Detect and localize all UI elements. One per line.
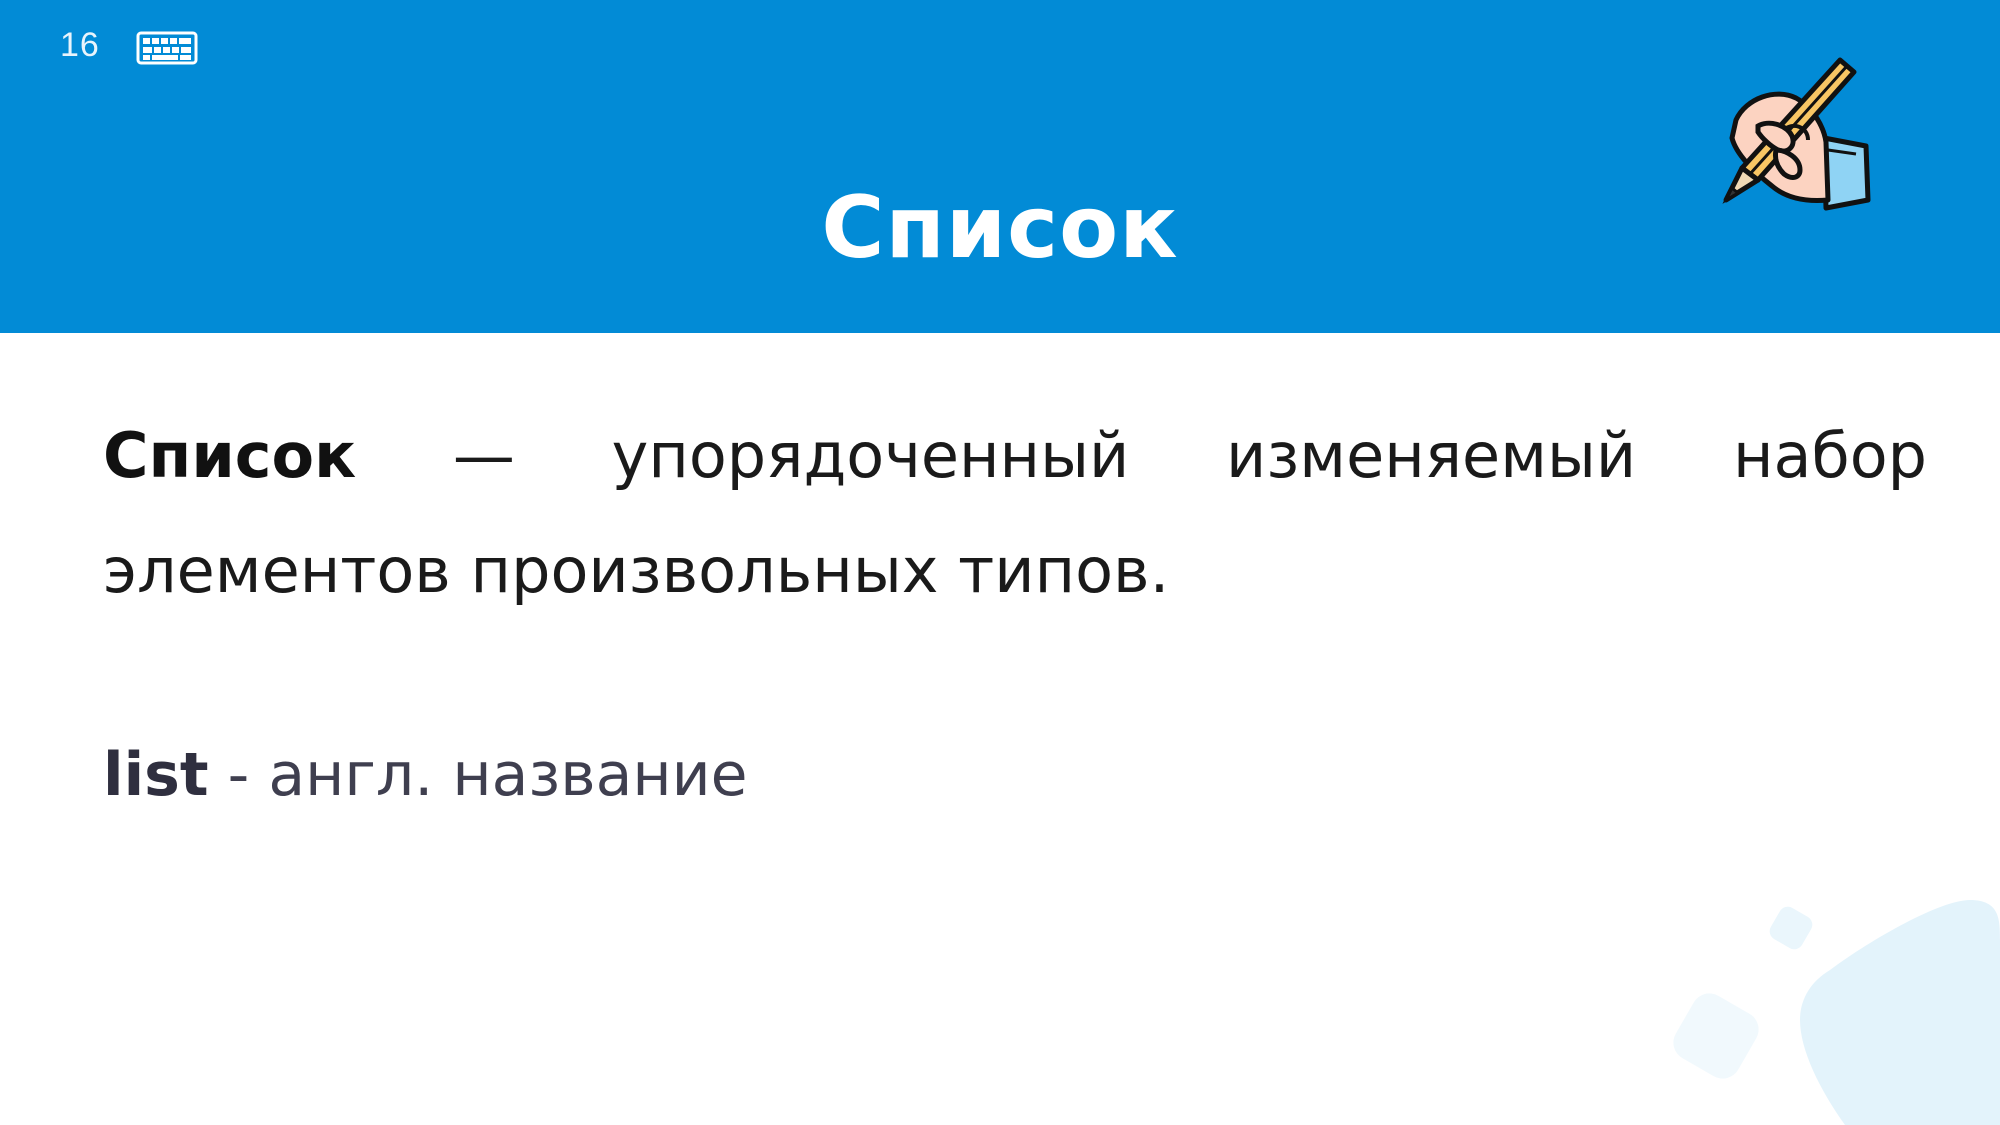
header-banner: 16 Список	[0, 0, 2000, 333]
decorative-shapes	[1673, 900, 2000, 1125]
definition-paragraph: Список — упорядоченный изменяемый набор …	[103, 398, 1927, 628]
definition-word: изменяемый	[1226, 419, 1637, 492]
definition-word: упорядоченный	[611, 419, 1130, 492]
definition-line-1: Список — упорядоченный изменяемый набор	[103, 398, 1927, 513]
definition-line-2: элементов произвольных типов.	[103, 534, 1170, 607]
english-name-line: list - англ. название	[103, 740, 748, 810]
definition-word: набор	[1732, 419, 1927, 492]
definition-term: Список	[103, 419, 357, 492]
english-term: list	[103, 740, 209, 810]
slide-number: 16	[60, 26, 100, 64]
definition-dash: —	[452, 419, 515, 492]
keyboard-icon	[136, 31, 198, 65]
english-description: - англ. название	[227, 740, 748, 810]
hand-writing-pencil-icon	[1722, 57, 1871, 211]
